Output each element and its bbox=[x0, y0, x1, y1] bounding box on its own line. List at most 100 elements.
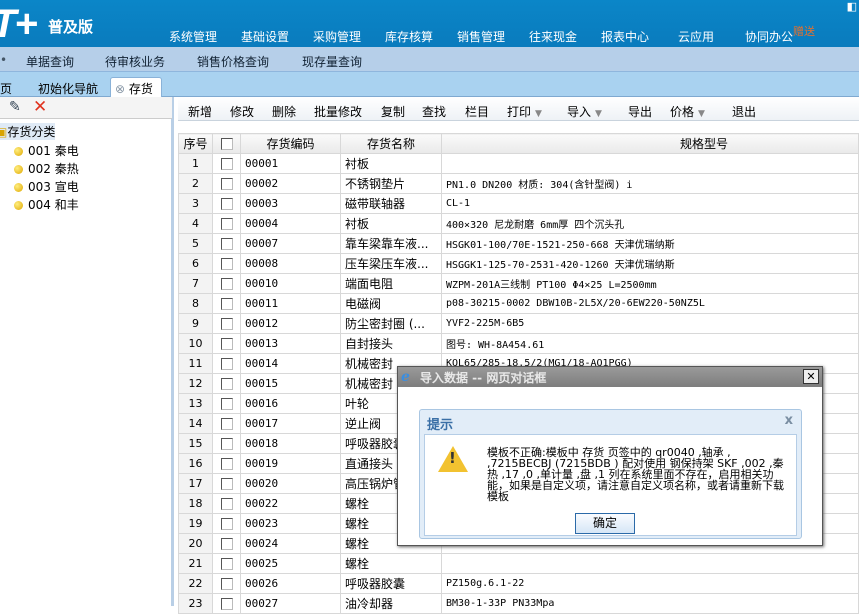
row-checkbox[interactable] bbox=[220, 178, 233, 190]
row-checkbox[interactable] bbox=[220, 238, 233, 250]
row-select[interactable] bbox=[212, 173, 241, 194]
row-select[interactable] bbox=[212, 333, 241, 354]
row-select[interactable] bbox=[212, 453, 241, 474]
row-select[interactable] bbox=[212, 293, 241, 314]
dialog-close-button[interactable]: ✕ bbox=[803, 369, 819, 384]
col-select-all[interactable] bbox=[212, 133, 241, 154]
row-select[interactable] bbox=[212, 353, 241, 374]
row-checkbox[interactable] bbox=[220, 318, 233, 330]
table-row[interactable]: 23 00027 油冷却器 BM30-1-33P PN33Mpa bbox=[178, 593, 859, 614]
table-row[interactable]: 9 00012 防尘密封圈 (... YVF2-225M-6B5 bbox=[178, 313, 859, 334]
batch-edit-button[interactable]: 批量修改 bbox=[314, 103, 362, 120]
alert-close-button[interactable]: x bbox=[785, 413, 793, 428]
menu-cash[interactable]: 往来现金 bbox=[529, 28, 577, 45]
row-select[interactable] bbox=[212, 533, 241, 554]
row-checkbox[interactable] bbox=[220, 538, 233, 550]
row-select[interactable] bbox=[212, 553, 241, 574]
edit-button[interactable]: 修改 bbox=[230, 103, 254, 120]
export-button[interactable]: 导出 bbox=[628, 103, 652, 120]
exit-button[interactable]: 退出 bbox=[732, 103, 756, 120]
table-row[interactable]: 1 00001 衬板 bbox=[178, 153, 859, 174]
row-checkbox[interactable] bbox=[220, 338, 233, 350]
row-select[interactable] bbox=[212, 193, 241, 214]
row-select[interactable] bbox=[212, 433, 241, 454]
row-checkbox[interactable] bbox=[220, 398, 233, 410]
row-checkbox[interactable] bbox=[220, 158, 233, 170]
find-button[interactable]: 查找 bbox=[422, 103, 446, 120]
col-code[interactable]: 存货编码 bbox=[240, 133, 341, 154]
row-select[interactable] bbox=[212, 213, 241, 234]
subnav-stock[interactable]: 现存量查询 bbox=[302, 53, 362, 70]
row-checkbox[interactable] bbox=[220, 558, 233, 570]
row-select[interactable] bbox=[212, 473, 241, 494]
table-row[interactable]: 5 00007 靠车梁靠车液... HSGK01-100/70E-1521-25… bbox=[178, 233, 859, 254]
table-row[interactable]: 2 00002 不锈钢垫片 PN1.0 DN200 材质: 304(含针型阀) … bbox=[178, 173, 859, 194]
menu-cloud[interactable]: 云应用 bbox=[678, 28, 714, 45]
edit-icon[interactable]: ✎ bbox=[9, 99, 21, 115]
table-row[interactable]: 21 00025 螺栓 bbox=[178, 553, 859, 574]
row-select[interactable] bbox=[212, 373, 241, 394]
row-checkbox[interactable] bbox=[220, 458, 233, 470]
table-row[interactable]: 4 00004 衬板 400×320 尼龙耐磨 6mm厚 四个沉头孔 bbox=[178, 213, 859, 234]
row-checkbox[interactable] bbox=[220, 278, 233, 290]
ok-button[interactable]: 确定 bbox=[575, 513, 635, 534]
row-checkbox[interactable] bbox=[220, 498, 233, 510]
new-button[interactable]: 新增 bbox=[188, 103, 212, 120]
tree-item[interactable]: 004 和丰 bbox=[14, 196, 79, 213]
row-checkbox[interactable] bbox=[220, 518, 233, 530]
tree-item[interactable]: 001 秦电 bbox=[14, 142, 79, 159]
tab-close-icon[interactable]: ⊗ bbox=[115, 82, 125, 96]
menu-sales[interactable]: 销售管理 bbox=[457, 28, 505, 45]
tree-item[interactable]: 003 宣电 bbox=[14, 178, 79, 195]
row-select[interactable] bbox=[212, 493, 241, 514]
row-checkbox[interactable] bbox=[220, 478, 233, 490]
print-dropdown[interactable]: 打印 ▼ bbox=[507, 103, 542, 120]
tab-init-guide[interactable]: 初始化导航 bbox=[38, 80, 98, 97]
row-checkbox[interactable] bbox=[220, 298, 233, 310]
tree-root[interactable]: ▣存货分类 bbox=[0, 123, 56, 140]
row-checkbox[interactable] bbox=[220, 218, 233, 230]
col-name[interactable]: 存货名称 bbox=[340, 133, 442, 154]
table-row[interactable]: 3 00003 磁带联轴器 CL-1 bbox=[178, 193, 859, 214]
menu-reports[interactable]: 报表中心 bbox=[601, 28, 649, 45]
row-select[interactable] bbox=[212, 393, 241, 414]
tab-inventory[interactable]: ⊗ 存货 bbox=[110, 77, 162, 98]
col-spec[interactable]: 规格型号 bbox=[441, 133, 859, 154]
row-select[interactable] bbox=[212, 593, 241, 614]
subnav-documents[interactable]: 单据查询 bbox=[26, 53, 74, 70]
tab-home[interactable]: 首页 bbox=[0, 80, 12, 97]
menu-inventory[interactable]: 库存核算 bbox=[385, 28, 433, 45]
row-select[interactable] bbox=[212, 233, 241, 254]
table-row[interactable]: 8 00011 电磁阀 p08-30215-0002 DBW10B-2L5X/2… bbox=[178, 293, 859, 314]
menu-collab[interactable]: 协同办公赠送 bbox=[745, 25, 815, 45]
row-select[interactable] bbox=[212, 273, 241, 294]
columns-button[interactable]: 栏目 bbox=[465, 103, 489, 120]
copy-button[interactable]: 复制 bbox=[381, 103, 405, 120]
price-dropdown[interactable]: 价格 ▼ bbox=[670, 103, 705, 120]
row-checkbox[interactable] bbox=[220, 378, 233, 390]
table-row[interactable]: 10 00013 自封接头 图号: WH-8A454.61 bbox=[178, 333, 859, 354]
delete-icon[interactable]: ✕ bbox=[33, 97, 47, 117]
row-select[interactable] bbox=[212, 413, 241, 434]
col-index[interactable]: 序号 bbox=[178, 133, 213, 154]
row-checkbox[interactable] bbox=[220, 438, 233, 450]
window-control-icon[interactable]: ◧ bbox=[847, 0, 857, 13]
row-select[interactable] bbox=[212, 573, 241, 594]
select-all-checkbox[interactable] bbox=[220, 138, 233, 150]
table-row[interactable]: 22 00026 呼吸器胶囊 PZ150g.6.1-22 bbox=[178, 573, 859, 594]
row-checkbox[interactable] bbox=[220, 198, 233, 210]
row-checkbox[interactable] bbox=[220, 578, 233, 590]
row-checkbox[interactable] bbox=[220, 358, 233, 370]
row-select[interactable] bbox=[212, 153, 241, 174]
tree-item[interactable]: 002 秦热 bbox=[14, 160, 79, 177]
subnav-sale-price[interactable]: 销售价格查询 bbox=[197, 53, 269, 70]
import-dropdown[interactable]: 导入 ▼ bbox=[567, 103, 602, 120]
row-select[interactable] bbox=[212, 313, 241, 334]
table-row[interactable]: 7 00010 端面电阻 WZPM-201A三线制 PT100 Φ4×25 L=… bbox=[178, 273, 859, 294]
row-checkbox[interactable] bbox=[220, 598, 233, 610]
menu-basic[interactable]: 基础设置 bbox=[241, 28, 289, 45]
menu-system[interactable]: 系统管理 bbox=[169, 28, 217, 45]
subnav-pending[interactable]: 待审核业务 bbox=[105, 53, 165, 70]
row-checkbox[interactable] bbox=[220, 418, 233, 430]
row-select[interactable] bbox=[212, 513, 241, 534]
